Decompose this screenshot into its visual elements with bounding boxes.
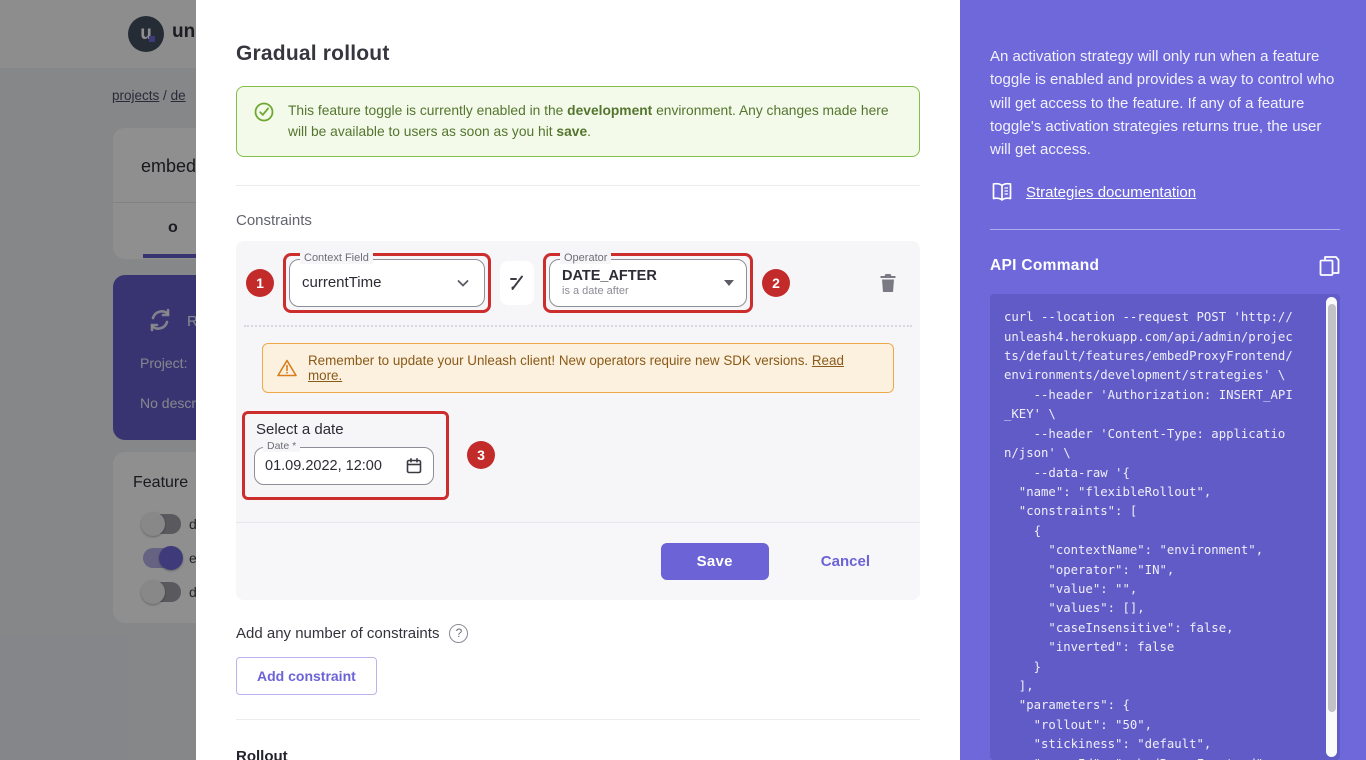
copy-icon[interactable]: [1318, 254, 1340, 278]
chevron-down-icon: [454, 274, 472, 292]
date-picker-section: Select a date Date * 01.09.2022, 12:00: [242, 411, 920, 500]
code-scrollbar-track[interactable]: [1326, 297, 1337, 757]
modal-backdrop-overlay[interactable]: [0, 0, 196, 760]
operator-select[interactable]: Operator DATE_AFTER is a date after: [549, 259, 747, 307]
date-value: 01.09.2022, 12:00: [265, 458, 382, 474]
date-field-label: Date *: [263, 440, 300, 452]
api-command-header: API Command: [990, 254, 1340, 278]
select-date-heading: Select a date: [256, 421, 434, 438]
alert-text: This feature toggle is currently enabled…: [288, 100, 903, 143]
code-scrollbar-thumb[interactable]: [1328, 304, 1336, 712]
annotation-box-3: Select a date Date * 01.09.2022, 12:00: [242, 411, 449, 500]
constraint-editor-row: 1 Context Field currentTime: [236, 241, 920, 323]
divider: [236, 719, 920, 720]
check-circle-icon: [253, 101, 275, 123]
delete-constraint-button[interactable]: [878, 272, 898, 294]
gradual-rollout-dialog: Gradual rollout This feature toggle is c…: [196, 0, 960, 760]
context-field-select[interactable]: Context Field currentTime: [289, 259, 485, 307]
save-button[interactable]: Save: [661, 543, 769, 580]
api-command-label: API Command: [990, 257, 1099, 275]
sidebar-divider: [990, 229, 1340, 230]
operator-value-group: DATE_AFTER is a date after: [562, 268, 657, 297]
annotation-circle-3: 3: [467, 441, 495, 469]
caret-down-icon: [724, 280, 734, 286]
enabled-environment-alert: This feature toggle is currently enabled…: [236, 86, 920, 157]
screen: u un projects / de embed o: [0, 0, 1366, 760]
rollout-label: Rollout: [236, 748, 920, 760]
docs-link-row: Strategies documentation: [990, 181, 1340, 203]
strategies-documentation-link[interactable]: Strategies documentation: [1026, 184, 1196, 201]
book-icon: [990, 181, 1014, 203]
warning-text: Remember to update your Unleash client! …: [308, 353, 879, 383]
calendar-icon[interactable]: [405, 457, 423, 475]
strategy-description: An activation strategy will only run whe…: [990, 45, 1340, 161]
curl-command: curl --location --request POST 'http:// …: [990, 294, 1340, 760]
dotted-divider: [244, 325, 912, 327]
api-command-code-block: curl --location --request POST 'http:// …: [990, 294, 1340, 760]
context-field-value: currentTime: [302, 274, 381, 291]
operator-label: Operator: [560, 252, 611, 264]
annotation-box-2: Operator DATE_AFTER is a date after: [543, 253, 753, 313]
strategy-info-sidebar: An activation strategy will only run whe…: [960, 0, 1366, 760]
cancel-button[interactable]: Cancel: [815, 552, 876, 571]
date-input[interactable]: Date * 01.09.2022, 12:00: [254, 447, 434, 485]
rollout-section: Rollout 50 0% 25% 50% 75% 100%: [236, 748, 920, 760]
operator-value: DATE_AFTER: [562, 268, 657, 285]
constraints-section-label: Constraints: [236, 212, 920, 229]
help-icon[interactable]: ?: [449, 624, 468, 643]
add-constraints-hint: Add any number of constraints ?: [236, 624, 920, 643]
operator-caption: is a date after: [562, 285, 657, 298]
annotation-box-1: Context Field currentTime: [283, 253, 491, 313]
constraint-card-footer: Save Cancel: [236, 522, 920, 600]
constraint-card: 1 Context Field currentTime: [236, 241, 920, 600]
add-constraints-hint-text: Add any number of constraints: [236, 625, 439, 642]
dialog-title: Gradual rollout: [236, 42, 920, 66]
warning-triangle-icon: [277, 359, 297, 377]
annotation-circle-1: 1: [246, 269, 274, 297]
background-page: u un projects / de embed o: [0, 0, 196, 760]
invert-constraint-button[interactable]: [500, 261, 534, 305]
divider: [236, 185, 920, 186]
annotation-circle-2: 2: [762, 269, 790, 297]
add-constraint-button[interactable]: Add constraint: [236, 657, 377, 695]
sdk-warning-alert: Remember to update your Unleash client! …: [262, 343, 894, 393]
context-field-label: Context Field: [300, 252, 373, 264]
